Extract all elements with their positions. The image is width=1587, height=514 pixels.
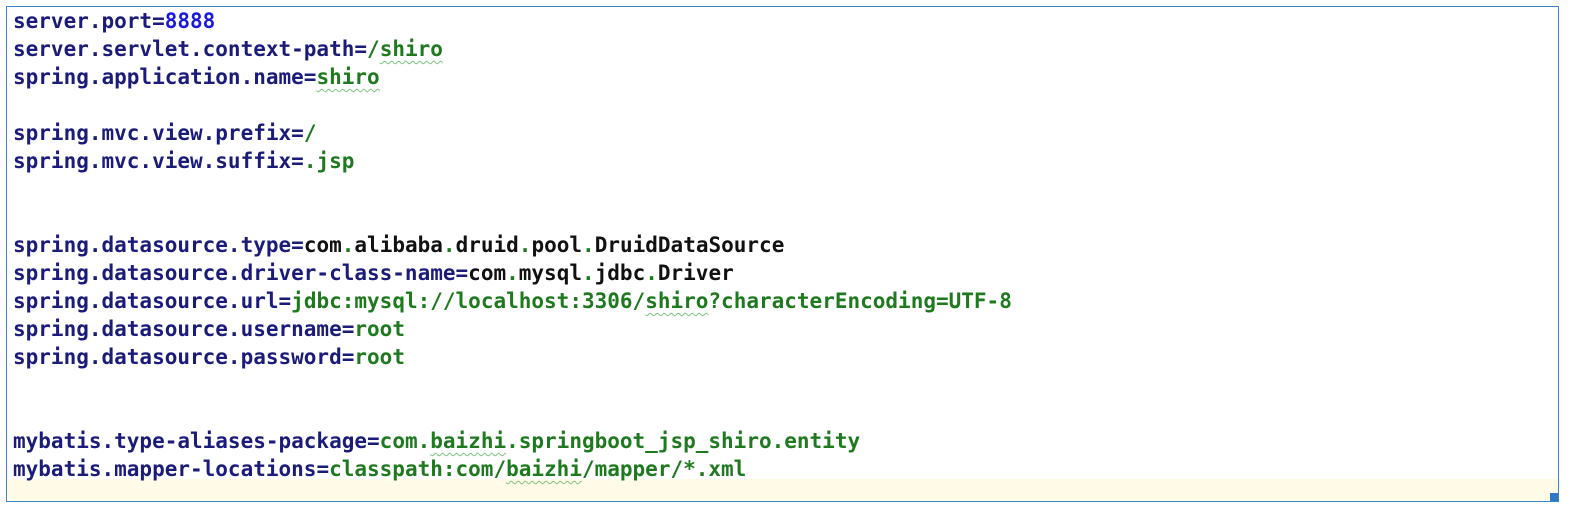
equals-sign: =: [152, 9, 165, 33]
property-key: mybatis.mapper-locations: [13, 457, 317, 481]
code-line: spring.datasource.username=root: [13, 315, 1558, 343]
property-key: server.port: [13, 9, 153, 33]
code-line: spring.datasource.password=root: [13, 343, 1558, 371]
value-segment: pool: [531, 233, 583, 257]
property-value: com.: [379, 429, 431, 453]
value-dot: .: [581, 261, 595, 285]
property-key: spring.datasource.type: [13, 233, 292, 257]
property-value: root: [354, 317, 405, 341]
property-key: server.servlet.context-path: [13, 37, 355, 61]
code-line: mybatis.type-aliases-package=com.baizhi.…: [13, 427, 1558, 455]
code-line: spring.datasource.driver-class-name=com.…: [13, 259, 1558, 287]
code-line: spring.datasource.url=jdbc:mysql://local…: [13, 287, 1558, 315]
property-value: .jsp: [303, 149, 355, 173]
equals-sign: =: [341, 345, 355, 369]
spellcheck-word: baizhi: [430, 429, 507, 453]
property-value: /: [303, 121, 317, 145]
value-dot: .: [341, 233, 355, 257]
value-dot: .: [645, 261, 658, 285]
code-line: spring.application.name=shiro: [13, 63, 1558, 91]
spellcheck-word: shiro: [379, 37, 443, 61]
value-segment: Driver: [657, 261, 734, 285]
property-key: spring.datasource.url: [13, 289, 279, 313]
code-editor[interactable]: server.port=8888 server.servlet.context-…: [6, 6, 1559, 502]
code-area[interactable]: server.port=8888 server.servlet.context-…: [13, 7, 1558, 483]
property-value: shiro: [316, 65, 380, 89]
code-line: spring.datasource.type=com.alibaba.druid…: [13, 231, 1558, 259]
equals-sign: =: [367, 429, 380, 453]
equals-sign: =: [278, 289, 292, 313]
value-dot: .: [582, 233, 595, 257]
property-value: .springboot_jsp_shiro.entity: [506, 429, 861, 453]
code-line: spring.mvc.view.prefix=/: [13, 119, 1558, 147]
equals-sign: =: [341, 317, 355, 341]
property-key: spring.application.name: [13, 65, 304, 89]
equals-sign: =: [291, 121, 304, 145]
property-value: ?characterEncoding=UTF-8: [708, 289, 1012, 313]
property-value: jdbc:mysql://localhost:3306/: [291, 289, 646, 313]
resize-handle[interactable]: [1550, 493, 1558, 501]
property-key: spring.datasource.driver-class-name: [13, 261, 456, 285]
value-segment: alibaba: [354, 233, 443, 257]
value-segment: com: [303, 233, 342, 257]
value-segment: jdbc: [594, 261, 646, 285]
equals-sign: =: [354, 37, 368, 61]
value-segment: mysql: [518, 261, 582, 285]
value-dot: .: [518, 233, 532, 257]
property-value: classpath:com/: [329, 457, 507, 481]
value-segment: druid: [455, 233, 519, 257]
value-dot: .: [442, 233, 456, 257]
value-segment: com: [468, 261, 507, 285]
property-key: mybatis.type-aliases-package: [13, 429, 368, 453]
equals-sign: =: [455, 261, 469, 285]
value-dot: .: [506, 261, 519, 285]
spellcheck-word: shiro: [645, 289, 709, 313]
equals-sign: =: [291, 149, 304, 173]
code-line: spring.mvc.view.suffix=.jsp: [13, 147, 1558, 175]
equals-sign: =: [291, 233, 304, 257]
property-value: /: [367, 37, 380, 61]
property-value: /mapper/*.xml: [581, 457, 747, 481]
equals-sign: =: [316, 457, 330, 481]
code-line: server.port=8888: [13, 7, 1558, 35]
property-value: 8888: [164, 9, 216, 33]
property-key: spring.mvc.view.suffix: [13, 149, 292, 173]
spellcheck-word: baizhi: [506, 457, 582, 481]
equals-sign: =: [303, 65, 317, 89]
code-line: server.servlet.context-path=/shiro: [13, 35, 1558, 63]
code-line: mybatis.mapper-locations=classpath:com/b…: [13, 455, 1558, 483]
property-key: spring.mvc.view.prefix: [13, 121, 292, 145]
property-value: root: [354, 345, 405, 369]
property-key: spring.datasource.username: [13, 317, 342, 341]
value-segment: DruidDataSource: [594, 233, 785, 257]
property-key: spring.datasource.password: [13, 345, 342, 369]
